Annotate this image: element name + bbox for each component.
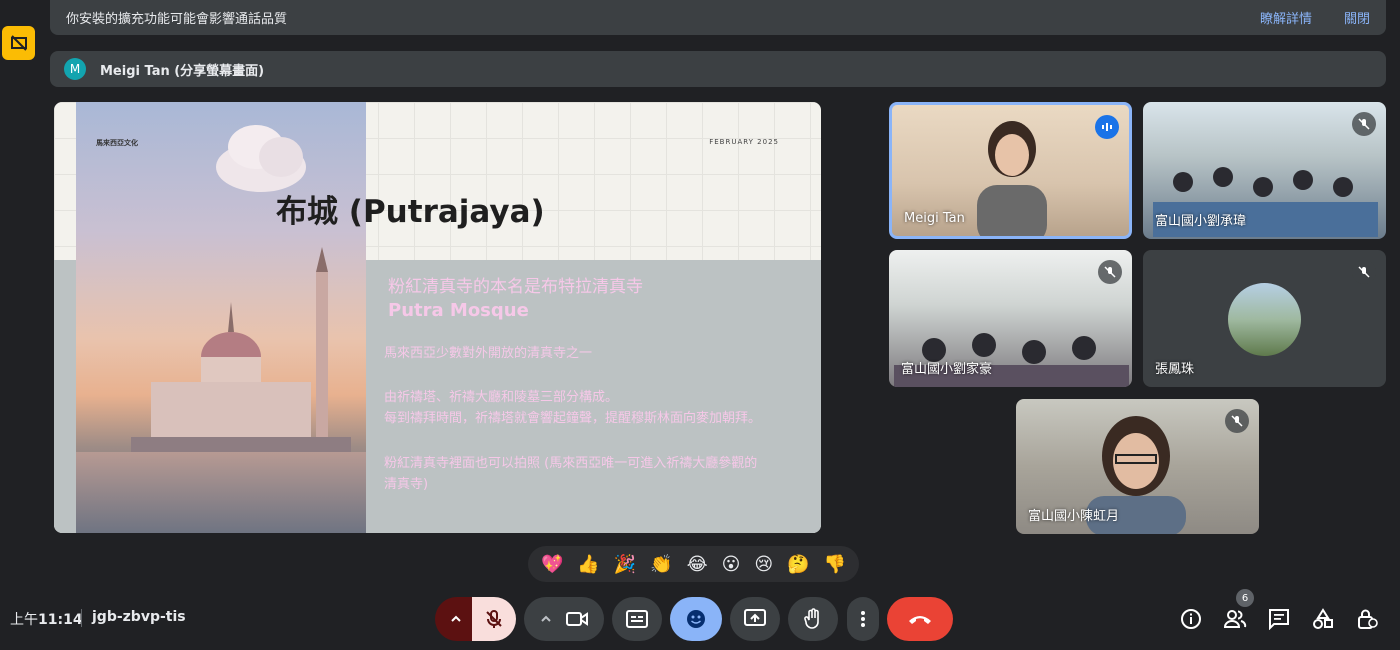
clock: 上午11:14 [10,609,83,629]
present-icon [744,609,766,626]
footer-divider [81,609,82,627]
chevron-up-icon [451,615,461,622]
hand-icon [804,608,819,629]
raise-hand-button[interactable] [788,597,838,641]
chevron-up-icon[interactable] [540,613,552,625]
presentation-off-icon[interactable] [2,26,35,60]
mosque-photo [76,102,366,533]
participant-tile-4[interactable]: 張鳳珠 [1143,250,1386,387]
speaking-indicator-icon [1095,115,1119,139]
participant-tile-2[interactable]: 富山國小劉承瑋 [1143,102,1386,239]
captions-button[interactable] [612,597,662,641]
slide-date-label: FEBRUARY 2025 [709,138,779,146]
participant-name: 富山國小劉承瑋 [1155,214,1247,229]
participant-avatar [1228,283,1301,356]
slide-line-2: 由祈禱塔、祈禱大廳和陵墓三部分構成。 [384,390,619,405]
time-prefix: 上午 [10,612,38,628]
leave-call-button[interactable] [887,597,953,641]
activities-button[interactable] [1308,604,1338,634]
reaction-thumbs-up[interactable]: 👍 [577,554,599,575]
reaction-sad[interactable]: 😢 [754,554,773,575]
chat-icon [1269,609,1289,630]
host-controls-button[interactable] [1352,604,1382,634]
microphone-toggle-button[interactable] [472,597,516,641]
extension-warning-bar: 你安裝的擴充功能可能會影響通話品質 瞭解詳情 關閉 [50,0,1386,35]
mic-off-icon [1225,409,1249,433]
time-value: 11:14 [38,612,83,628]
presenter-avatar: M [64,58,86,80]
participant-name: 富山國小劉家豪 [901,362,993,377]
slide-subtitle-en: Putra Mosque [388,300,529,321]
presenter-label: Meigi Tan (分享螢幕畫面) [100,63,265,79]
learn-more-link[interactable]: 瞭解詳情 [1260,8,1312,27]
slide-line-4a: 粉紅清真寺裡面也可以拍照 (馬來西亞唯一可進入祈禱大廳參觀的 [384,456,758,471]
shared-screen: 馬來西亞文化 FEBRUARY 2025 布城 (Putrajaya) 粉紅清真… [54,102,821,533]
reaction-clap[interactable]: 👏 [650,554,672,575]
audio-options-button[interactable] [435,597,477,641]
participant-name: 張鳳珠 [1155,362,1195,377]
meeting-details-button[interactable] [1176,604,1206,634]
smiley-icon [687,610,705,628]
chat-button[interactable] [1264,604,1294,634]
close-link[interactable]: 關閉 [1344,8,1370,27]
slide-top-left-label: 馬來西亞文化 [96,139,138,147]
camera-icon [566,612,588,626]
mosque-illustration [131,247,351,472]
reaction-party[interactable]: 🎉 [614,554,636,575]
shapes-icon [1313,608,1333,629]
participant-tile-3[interactable]: 富山國小劉家豪 [889,250,1132,387]
hang-up-icon [909,616,931,624]
reaction-thumbs-down[interactable]: 👎 [824,554,846,575]
reactions-bar: 💖 👍 🎉 👏 😂 😮 😢 🤔 👎 [528,546,859,582]
mic-off-icon [1098,260,1122,284]
mic-off-icon [1352,260,1376,284]
meeting-code: jgb-zbvp-tis [92,609,186,625]
reaction-surprised[interactable]: 😮 [722,554,741,575]
people-button[interactable] [1220,604,1250,634]
more-options-button[interactable] [847,597,879,641]
participant-tile-5[interactable]: 富山國小陳虹月 [1016,399,1259,534]
more-vert-icon [861,611,865,627]
slide-line-1: 馬來西亞少數對外開放的清真寺之一 [384,346,593,361]
reaction-thinking[interactable]: 🤔 [787,554,809,575]
participant-video [977,121,1047,236]
slide-line-4b: 清真寺) [384,477,429,492]
present-screen-button[interactable] [730,597,780,641]
people-icon [1223,610,1247,628]
slide-subtitle-cn: 粉紅清真寺的本名是布特拉清真寺 [388,277,643,297]
participant-name: 富山國小陳虹月 [1028,509,1120,524]
warning-message: 你安裝的擴充功能可能會影響通話品質 [66,12,288,27]
water-reflection [76,452,366,533]
reaction-heart[interactable]: 💖 [541,554,563,575]
captions-icon [626,610,648,628]
lock-person-icon [1358,609,1378,629]
info-icon [1181,609,1201,629]
mic-off-icon [486,610,502,628]
slide-line-3: 每到禱拜時間，祈禱塔就會響起鐘聲，提醒穆斯林面向麥加朝拜。 [384,411,762,426]
presenter-bar: M Meigi Tan (分享螢幕畫面) [50,51,1386,87]
participant-tile-meigi[interactable]: Meigi Tan [889,102,1132,239]
reaction-laugh[interactable]: 😂 [687,554,708,575]
camera-button-group[interactable] [524,597,604,641]
mic-off-icon [1352,112,1376,136]
reactions-button[interactable] [670,597,722,641]
participant-name: Meigi Tan [904,211,965,226]
slide-title: 布城 (Putrajaya) [276,194,545,230]
